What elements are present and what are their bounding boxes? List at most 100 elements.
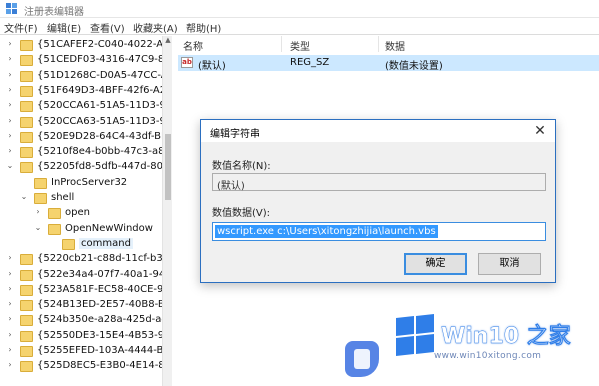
tree-item-label: open (65, 207, 90, 219)
tree-scrollbar[interactable]: ▲ (162, 36, 172, 386)
tree-item[interactable]: › {523A581F-EC58-40CE-99 (0, 283, 170, 298)
folder-icon (48, 208, 61, 220)
tree-item[interactable]: › {524B13ED-2E57-40B8-B (0, 298, 165, 313)
folder-icon (20, 55, 33, 67)
menu-view[interactable]: 查看(V) (90, 20, 125, 35)
tree-item-label: {5220cb21-c88d-11cf-b34 (37, 253, 170, 265)
expand-chevron-icon[interactable]: ⌄ (20, 192, 28, 201)
collapse-chevron-icon[interactable]: › (34, 207, 42, 216)
folder-icon (20, 330, 33, 342)
collapse-chevron-icon[interactable]: › (6, 70, 14, 79)
folder-icon (20, 284, 33, 296)
tree-item-label: {525D8EC5-E3B0-4E14-85 (37, 360, 172, 372)
collapse-chevron-icon[interactable]: › (6, 314, 14, 323)
collapse-chevron-icon[interactable]: › (6, 330, 14, 339)
collapse-chevron-icon[interactable]: › (6, 269, 14, 278)
tree-item[interactable]: › {520E9D28-64C4-43df-BE (0, 130, 167, 145)
window-title: 注册表编辑器 (24, 7, 84, 18)
value-data-text[interactable]: wscript.exe c:\Users\xitongzhijia\launch… (215, 225, 438, 238)
tree-item[interactable]: › {5210f8e4-b0bb-47c3-a8 (0, 145, 165, 160)
tree-item-label: {5210f8e4-b0bb-47c3-a8 (37, 146, 165, 158)
tree-item-label: {524B13ED-2E57-40B8-B (37, 299, 165, 311)
dialog-title-bar[interactable]: 编辑字符串 ✕ (201, 120, 555, 142)
folder-icon (20, 162, 33, 174)
tree-item[interactable]: ⌄ {52205fd8-5dfb-447d-80 (0, 160, 163, 175)
menu-edit[interactable]: 编辑(E) (47, 20, 81, 35)
tree-item[interactable]: ⌄ OpenNewWindow (0, 222, 162, 237)
ok-button[interactable]: 确定 (404, 253, 467, 275)
string-value-icon: ab (181, 57, 193, 68)
folder-icon (20, 116, 33, 128)
tree-item-label: {520E9D28-64C4-43df-BE (37, 130, 168, 142)
column-divider[interactable] (281, 36, 282, 52)
folder-icon (48, 223, 61, 235)
folder-icon (34, 177, 47, 189)
folder-icon (20, 70, 33, 82)
tree-item[interactable]: › {51CEDF03-4316-47C9-81 (0, 53, 171, 68)
tree-item[interactable]: › {5220cb21-c88d-11cf-b34 (0, 252, 169, 267)
collapse-chevron-icon[interactable]: › (6, 299, 14, 308)
value-row[interactable]: ab (默认) REG_SZ (数值未设置) (178, 55, 599, 72)
value-name: (默认) (198, 61, 226, 72)
tree-item[interactable]: › {5255EFED-103A-4444-B1 (0, 344, 170, 359)
cancel-button[interactable]: 取消 (478, 253, 541, 275)
folder-icon (20, 300, 33, 312)
tree-item-label: {522e34a4-07f7-40a1-94c (37, 268, 171, 280)
tree-item-label: {5255EFED-103A-4444-B1 (37, 345, 170, 356)
tree-item-label: {520CCA63-51A5-11D3-9 (37, 115, 166, 127)
tree-item[interactable]: › {520CCA61-51A5-11D3-9 (0, 99, 166, 114)
tree-item-label: {51CEDF03-4316-47C9-81 (37, 54, 171, 66)
folder-icon (20, 101, 33, 113)
folder-icon (20, 85, 33, 97)
folder-icon (20, 40, 33, 51)
tree-item[interactable]: InProcServer32 (0, 176, 162, 191)
tree-item[interactable]: › {520CCA63-51A5-11D3-9 (0, 115, 166, 130)
tree-item-label: {52550DE3-15E4-4B53-96 (37, 329, 171, 341)
title-bar: 注册表编辑器 (0, 0, 599, 18)
tree-item[interactable]: › {51F649D3-4BFF-42f6-A2! (0, 84, 170, 99)
folder-icon (34, 193, 47, 204)
folder-icon (20, 315, 33, 327)
collapse-chevron-icon[interactable]: › (6, 85, 14, 94)
tree-item[interactable]: › open (0, 206, 162, 221)
collapse-chevron-icon[interactable]: › (6, 146, 14, 155)
tree-item-label: {520CCA61-51A5-11D3-9 (37, 100, 166, 112)
tree-item[interactable]: › {51CAFEF2-C040-4022-A1 (0, 38, 169, 53)
collapse-chevron-icon[interactable]: › (6, 345, 14, 354)
tree-item-label: shell (51, 192, 75, 203)
collapse-chevron-icon[interactable]: › (6, 131, 14, 140)
scroll-up-icon[interactable]: ▲ (163, 36, 173, 46)
tree-item[interactable]: › {524b350e-a28a-425d-a4 (0, 313, 168, 328)
menu-favorites[interactable]: 收藏夹(A) (133, 20, 178, 35)
menu-help[interactable]: 帮助(H) (186, 20, 221, 35)
column-type-header[interactable]: 类型 (290, 38, 310, 53)
collapse-chevron-icon[interactable]: › (6, 100, 14, 109)
menu-file[interactable]: 文件(F) (4, 20, 38, 35)
collapse-chevron-icon[interactable]: › (6, 39, 14, 48)
scrollbar-thumb[interactable] (165, 134, 171, 200)
windows-logo-icon (396, 314, 436, 356)
close-icon[interactable]: ✕ (529, 121, 551, 141)
value-data-input[interactable]: wscript.exe c:\Users\xitongzhijia\launch… (212, 222, 546, 241)
expand-chevron-icon[interactable]: ⌄ (34, 223, 42, 232)
tree-item[interactable]: › {51D1268C-D0A5-47CC-A (0, 69, 168, 84)
collapse-chevron-icon[interactable]: › (6, 253, 14, 262)
folder-icon (20, 147, 33, 159)
dialog-title: 编辑字符串 (210, 129, 260, 140)
collapse-chevron-icon[interactable]: › (6, 54, 14, 63)
tree-item-label: {52205fd8-5dfb-447d-80 (37, 161, 163, 173)
tree-item[interactable]: › {522e34a4-07f7-40a1-94c (0, 268, 171, 283)
column-name-header[interactable]: 名称 (183, 38, 203, 53)
column-data-header[interactable]: 数据 (385, 38, 405, 53)
value-data-label: 数值数据(V): (212, 208, 271, 219)
collapse-chevron-icon[interactable]: › (6, 116, 14, 125)
tree-item[interactable]: command (0, 237, 162, 252)
value-type: REG_SZ (290, 57, 330, 68)
expand-chevron-icon[interactable]: ⌄ (6, 161, 14, 170)
tree-item[interactable]: › {52550DE3-15E4-4B53-96 (0, 329, 170, 344)
collapse-chevron-icon[interactable]: › (6, 360, 14, 369)
collapse-chevron-icon[interactable]: › (6, 284, 14, 293)
column-divider[interactable] (378, 36, 379, 52)
tree-item[interactable]: › {525D8EC5-E3B0-4E14-85 (0, 359, 171, 374)
tree-item[interactable]: ⌄ shell (0, 191, 162, 206)
